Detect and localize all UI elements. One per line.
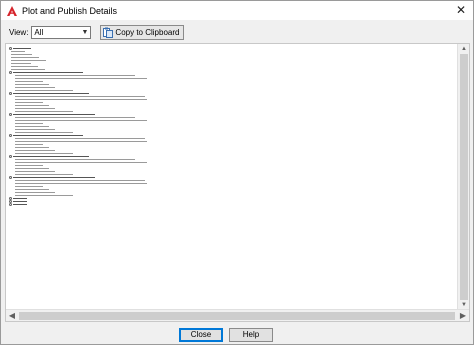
clipboard-icon [103,27,114,38]
log-text [15,123,43,124]
log-text [15,108,55,109]
log-text [15,195,73,196]
view-dropdown[interactable]: All ▼ [31,25,92,39]
expand-node-icon[interactable] [9,71,12,74]
expand-node-icon[interactable] [9,155,12,158]
log-text [15,90,73,91]
log-text [11,57,39,58]
expand-node-icon[interactable] [9,134,12,137]
expand-node-icon[interactable] [9,47,12,50]
help-button[interactable]: Help [229,328,273,342]
log-text [15,189,49,190]
plot-publish-details-window: Plot and Publish Details ✕ View: All ▼ C… [0,0,474,345]
scroll-left-icon[interactable]: ◀ [6,310,18,321]
log-text [15,117,135,118]
log-text [15,186,43,187]
log-text [15,162,147,163]
expand-node-icon[interactable] [9,203,12,206]
log-text [15,159,135,160]
log-text [15,138,145,139]
log-text [13,203,27,206]
log-text [11,60,46,61]
log-text [15,99,147,100]
copy-to-clipboard-label: Copy to Clipboard [115,27,180,37]
log-text [15,129,55,130]
log-text [15,96,145,97]
autocad-app-icon [7,5,17,16]
view-dropdown-value: All [34,27,44,37]
log-text [15,168,49,169]
scroll-right-icon[interactable]: ▶ [457,310,469,321]
log-text [13,197,27,200]
log-text [15,84,49,85]
view-label: View: [9,27,29,37]
log-text [15,171,55,172]
log-text [15,144,43,145]
vertical-scrollbar[interactable]: ▲ ▼ [457,44,469,310]
log-text [15,147,49,148]
horizontal-scrollbar[interactable]: ◀ ▶ [6,309,469,321]
chevron-down-icon: ▼ [81,28,89,36]
log-text [11,51,25,52]
close-icon[interactable]: ✕ [453,2,469,18]
log-text [15,180,145,181]
log-text [13,47,31,50]
vertical-scroll-thumb[interactable] [460,54,468,300]
log-text [15,132,73,133]
log-text [15,192,55,193]
log-text [13,200,27,203]
log-text [15,81,43,82]
log-text [15,120,147,121]
log-text [11,54,32,55]
log-text [13,71,83,74]
log-text [15,126,49,127]
log-text [15,141,147,142]
log-text [11,69,45,70]
log-text [15,75,135,76]
log-text [15,150,55,151]
close-button[interactable]: Close [179,328,223,342]
log-text [15,183,147,184]
expand-node-icon[interactable] [9,176,12,179]
log-text [15,153,73,154]
log-text [15,78,147,79]
expand-node-icon[interactable] [9,113,12,116]
log-text [13,176,95,179]
horizontal-scroll-thumb[interactable] [19,312,455,320]
log-text [15,105,49,106]
details-log-pane[interactable]: ▲ ▼ ◀ ▶ [5,43,470,322]
scroll-up-icon[interactable]: ▲ [458,44,469,54]
expand-node-icon[interactable] [9,92,12,95]
copy-to-clipboard-button[interactable]: Copy to Clipboard [100,24,185,40]
log-text [13,134,83,137]
details-log [9,47,456,206]
log-text [15,111,73,112]
title-bar: Plot and Publish Details ✕ [1,1,473,20]
log-text [13,113,95,116]
toolbar: View: All ▼ Copy to Clipboard [1,21,473,43]
log-text [15,165,43,166]
log-text [11,63,31,64]
log-text [15,102,43,103]
window-title: Plot and Publish Details [22,5,118,16]
log-text [13,92,89,95]
log-line [9,203,456,206]
log-text [11,66,38,67]
log-text [15,174,73,175]
log-text [13,155,89,158]
log-text [15,87,55,88]
